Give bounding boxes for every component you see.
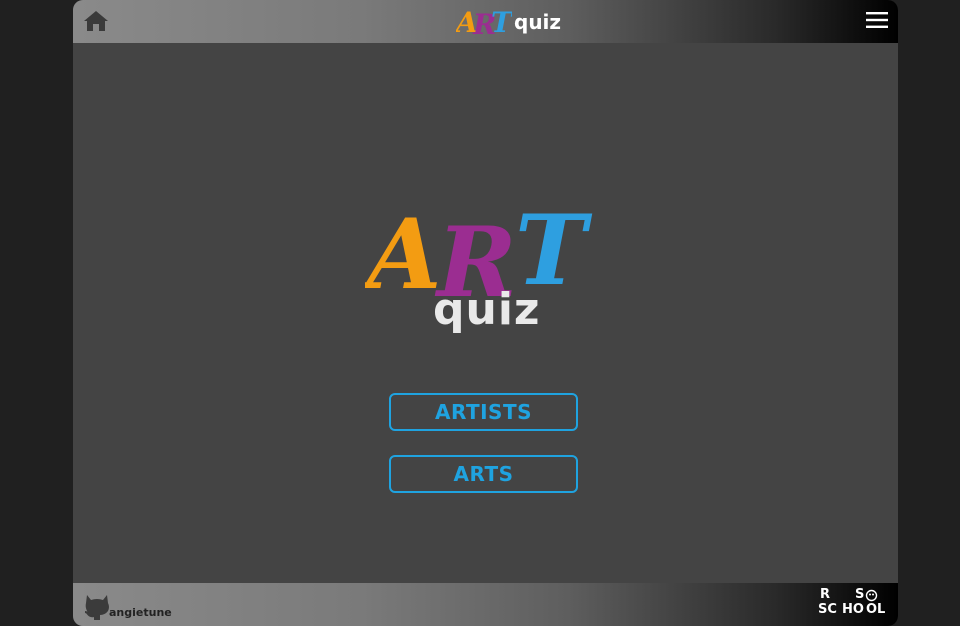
rs-logo-sun-icon	[865, 589, 878, 602]
menu-button[interactable]	[866, 11, 888, 29]
rs-logo-r: R	[820, 587, 831, 602]
rs-school-logo[interactable]: R S SC HO OL	[818, 588, 888, 620]
home-icon	[84, 11, 108, 31]
rs-logo-s: S	[855, 587, 865, 602]
header-logo-word: quiz	[514, 10, 562, 34]
header-logo-letter-t: T	[491, 6, 512, 37]
main-logo-word: quiz	[433, 284, 541, 335]
artists-category-label: ARTISTS	[434, 400, 532, 424]
header-logo-art: A R T	[456, 6, 512, 37]
home-button[interactable]	[83, 9, 109, 33]
github-icon	[84, 595, 109, 620]
main-logo: A R T quiz	[359, 194, 610, 346]
arts-category-label: ARTS	[453, 462, 514, 486]
rs-logo-ol: OL	[866, 602, 886, 617]
footer-bar: angietune R S SC HO OL	[73, 583, 898, 626]
arts-category-button[interactable]: ARTS	[389, 455, 578, 493]
header-bar: A R T quiz	[73, 0, 898, 43]
github-username: angietune	[109, 606, 172, 619]
rs-logo-sc: SC	[818, 602, 837, 617]
rs-logo-ho: HO	[842, 602, 864, 617]
header-logo[interactable]: A R T quiz	[456, 3, 561, 39]
artists-category-button[interactable]: ARTISTS	[389, 393, 578, 431]
hamburger-menu-icon	[866, 12, 888, 28]
app-window: A R T quiz A R T quiz ARTISTS ARTS angie…	[73, 0, 898, 626]
github-link[interactable]: angietune	[83, 589, 172, 621]
main-logo-letter-a: A	[365, 198, 441, 306]
